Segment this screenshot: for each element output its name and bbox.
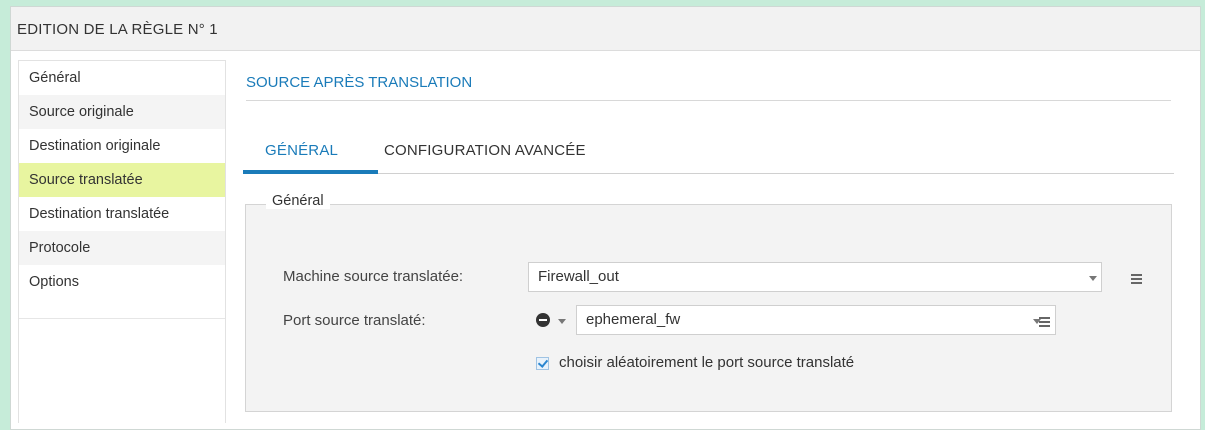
sidebar-divider xyxy=(19,318,225,319)
chevron-down-icon[interactable] xyxy=(1089,276,1097,281)
sidebar-item-source-translatee[interactable]: Source translatée xyxy=(19,163,225,197)
port-source-select[interactable]: ephemeral_fw xyxy=(576,305,1056,335)
general-fieldset: Général Machine source translatée: Firew… xyxy=(245,193,1172,412)
fieldset-legend: Général xyxy=(266,193,330,209)
tab-configuration-avancee[interactable]: CONFIGURATION AVANCÉE xyxy=(384,142,586,159)
sidebar-item-destination-translatee[interactable]: Destination translatée xyxy=(19,197,225,231)
sidebar-item-destination-originale[interactable]: Destination originale xyxy=(19,129,225,163)
section-title: SOURCE APRÈS TRANSLATION xyxy=(246,74,1171,101)
sidebar-item-source-originale[interactable]: Source originale xyxy=(19,95,225,129)
tab-general[interactable]: GÉNÉRAL xyxy=(265,142,338,159)
machine-source-value: Firewall_out xyxy=(538,268,619,285)
machine-source-label: Machine source translatée: xyxy=(283,268,464,285)
rule-sidebar: Général Source originale Destination ori… xyxy=(18,60,226,423)
random-port-label[interactable]: choisir aléatoirement le port source tra… xyxy=(559,354,854,371)
sidebar-item-general[interactable]: Général xyxy=(19,61,225,95)
list-icon[interactable] xyxy=(1039,317,1050,327)
port-source-value: ephemeral_fw xyxy=(586,311,681,328)
active-tab-indicator xyxy=(243,170,378,174)
machine-source-select[interactable]: Firewall_out xyxy=(528,262,1102,292)
tab-bar: GÉNÉRAL CONFIGURATION AVANCÉE xyxy=(243,136,1174,174)
chevron-down-icon[interactable] xyxy=(558,319,566,324)
list-icon[interactable] xyxy=(1131,274,1142,284)
port-source-label: Port source translaté: xyxy=(283,312,426,329)
sidebar-item-options[interactable]: Options xyxy=(19,265,225,299)
sidebar-item-protocole[interactable]: Protocole xyxy=(19,231,225,265)
dialog-title: EDITION DE LA RÈGLE N° 1 xyxy=(11,7,1200,51)
minus-circle-icon[interactable] xyxy=(536,313,550,327)
random-port-checkbox[interactable] xyxy=(536,357,549,370)
